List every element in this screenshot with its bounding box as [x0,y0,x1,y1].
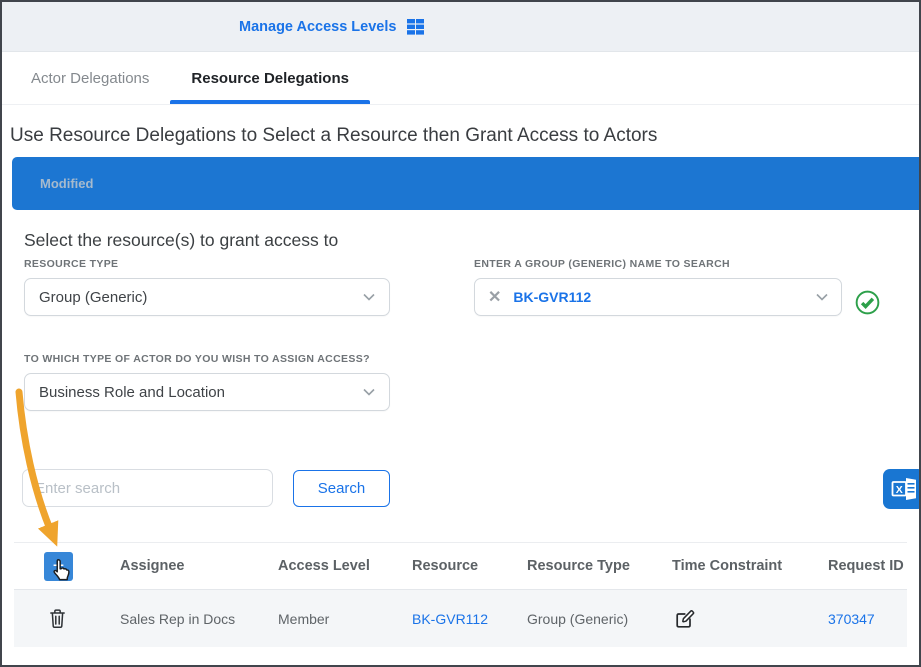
actor-type-value: Business Role and Location [39,384,225,401]
section-title: Select the resource(s) to grant access t… [24,230,919,251]
cell-resource-link[interactable]: BK-GVR112 [412,611,488,627]
tab-bar: Actor Delegations Resource Delegations [2,52,919,105]
resource-type-select[interactable]: Group (Generic) [24,278,390,316]
status-banner: Modified [12,157,919,210]
app-window: Manage Access Levels Actor Delegations R… [0,0,921,667]
actor-type-label: TO WHICH TYPE OF ACTOR DO YOU WISH TO AS… [24,353,390,365]
status-banner-label: Modified [40,176,93,191]
group-search-label: ENTER A GROUP (GENERIC) NAME TO SEARCH [474,258,842,270]
actor-type-field: TO WHICH TYPE OF ACTOR DO YOU WISH TO AS… [24,353,390,411]
column-header-request-id: Request ID [828,558,907,574]
edit-icon [674,609,696,629]
add-delegation-button[interactable]: + [44,552,73,581]
column-header-assignee: Assignee [120,558,278,574]
svg-text:X: X [896,484,903,496]
tab-actor-delegations[interactable]: Actor Delegations [10,52,170,104]
delegations-table: + Assignee Access Level Resource Resourc… [14,542,907,647]
cell-assignee: Sales Rep in Docs [120,611,278,627]
tab-actor-delegations-label: Actor Delegations [31,70,149,87]
manage-access-levels-link[interactable]: Manage Access Levels [239,19,424,35]
tab-resource-delegations[interactable]: Resource Delegations [170,52,370,104]
search-button[interactable]: Search [293,470,390,507]
actor-type-select[interactable]: Business Role and Location [24,373,390,411]
excel-export-icon[interactable]: X [883,469,921,509]
grid-icon [407,19,424,35]
cell-access-level: Member [278,611,412,627]
delete-row-button[interactable] [48,608,67,629]
column-header-access-level: Access Level [278,558,412,574]
check-circle-icon [855,290,880,320]
table-header-row: + Assignee Access Level Resource Resourc… [14,542,907,590]
clear-icon[interactable]: ✕ [488,287,501,307]
manage-access-levels-label: Manage Access Levels [239,19,396,35]
top-bar: Manage Access Levels [2,2,919,52]
resource-type-value: Group (Generic) [39,289,147,306]
table-search-row: Search X [22,468,919,508]
resource-selection-row: RESOURCE TYPE Group (Generic) ENTER A GR… [24,258,919,316]
column-header-resource-type: Resource Type [527,558,672,574]
resource-type-label: RESOURCE TYPE [24,258,390,270]
chevron-down-icon [816,293,828,301]
cell-request-id-link[interactable]: 370347 [828,611,875,627]
trash-icon [48,608,67,629]
edit-time-constraint-button[interactable] [674,609,696,629]
column-header-resource: Resource [412,558,527,574]
table-row: Sales Rep in Docs Member BK-GVR112 Group… [14,590,907,647]
column-header-time-constraint: Time Constraint [672,558,828,574]
chevron-down-icon [363,388,375,396]
chevron-down-icon [363,293,375,301]
group-search-value: BK-GVR112 [513,289,804,305]
search-input[interactable] [22,469,273,507]
tab-resource-delegations-label: Resource Delegations [191,70,349,87]
cell-resource-type: Group (Generic) [527,611,672,627]
group-search-combobox[interactable]: ✕ BK-GVR112 [474,278,842,316]
page-instruction: Use Resource Delegations to Select a Res… [10,125,919,147]
